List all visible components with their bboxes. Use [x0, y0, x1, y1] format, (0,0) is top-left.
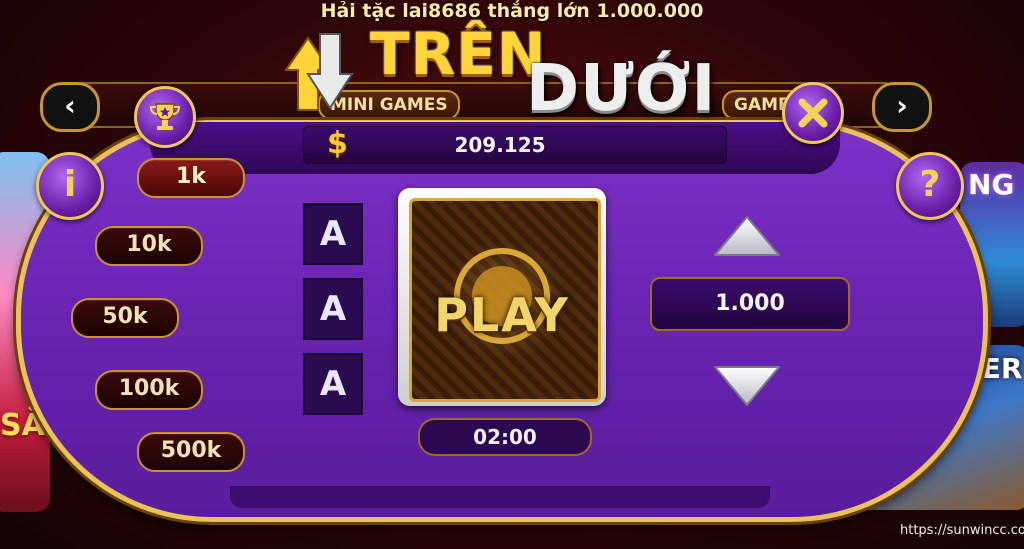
triangle-up-icon: [714, 216, 780, 256]
chip-1k[interactable]: 1k: [137, 158, 245, 198]
close-button[interactable]: [782, 82, 844, 144]
history-card: A: [303, 203, 363, 265]
history-card: A: [303, 278, 363, 340]
logo-title-bottom: DƯỚI: [526, 52, 717, 126]
bet-up-button[interactable]: [712, 214, 782, 258]
balance-value: 209.125: [454, 133, 546, 157]
next-arrow-button[interactable]: ›: [872, 82, 932, 132]
chip-10k[interactable]: 10k: [95, 226, 203, 266]
lobby-tile-right-top-label: NG: [968, 168, 1015, 201]
chevron-right-icon: ›: [896, 89, 908, 122]
panel-footer-band: [230, 486, 770, 508]
up-down-arrows-icon: [284, 33, 354, 111]
history-card: A: [303, 353, 363, 415]
bet-amount: 1.000: [650, 277, 850, 331]
bet-down-button[interactable]: [712, 364, 782, 408]
chevron-left-icon: ‹: [64, 89, 76, 122]
play-button-label[interactable]: PLAY: [409, 288, 595, 342]
trophy-icon: [149, 103, 181, 130]
chip-50k[interactable]: 50k: [71, 298, 179, 338]
countdown-timer: 02:00: [418, 418, 592, 456]
triangle-down-icon: [714, 366, 780, 406]
leaderboard-button[interactable]: [134, 86, 196, 148]
info-button[interactable]: i: [36, 152, 104, 220]
info-icon: i: [63, 164, 77, 205]
logo-title-top: TRÊN: [370, 20, 547, 88]
close-icon: [798, 98, 828, 128]
prev-arrow-button[interactable]: ‹: [40, 82, 100, 132]
chip-500k[interactable]: 500k: [137, 432, 245, 472]
help-button[interactable]: ?: [896, 152, 964, 220]
coin-icon: $: [327, 126, 348, 161]
site-watermark: https://sunwincc.com/: [900, 523, 1024, 538]
help-icon: ?: [919, 164, 941, 205]
chip-100k[interactable]: 100k: [95, 370, 203, 410]
